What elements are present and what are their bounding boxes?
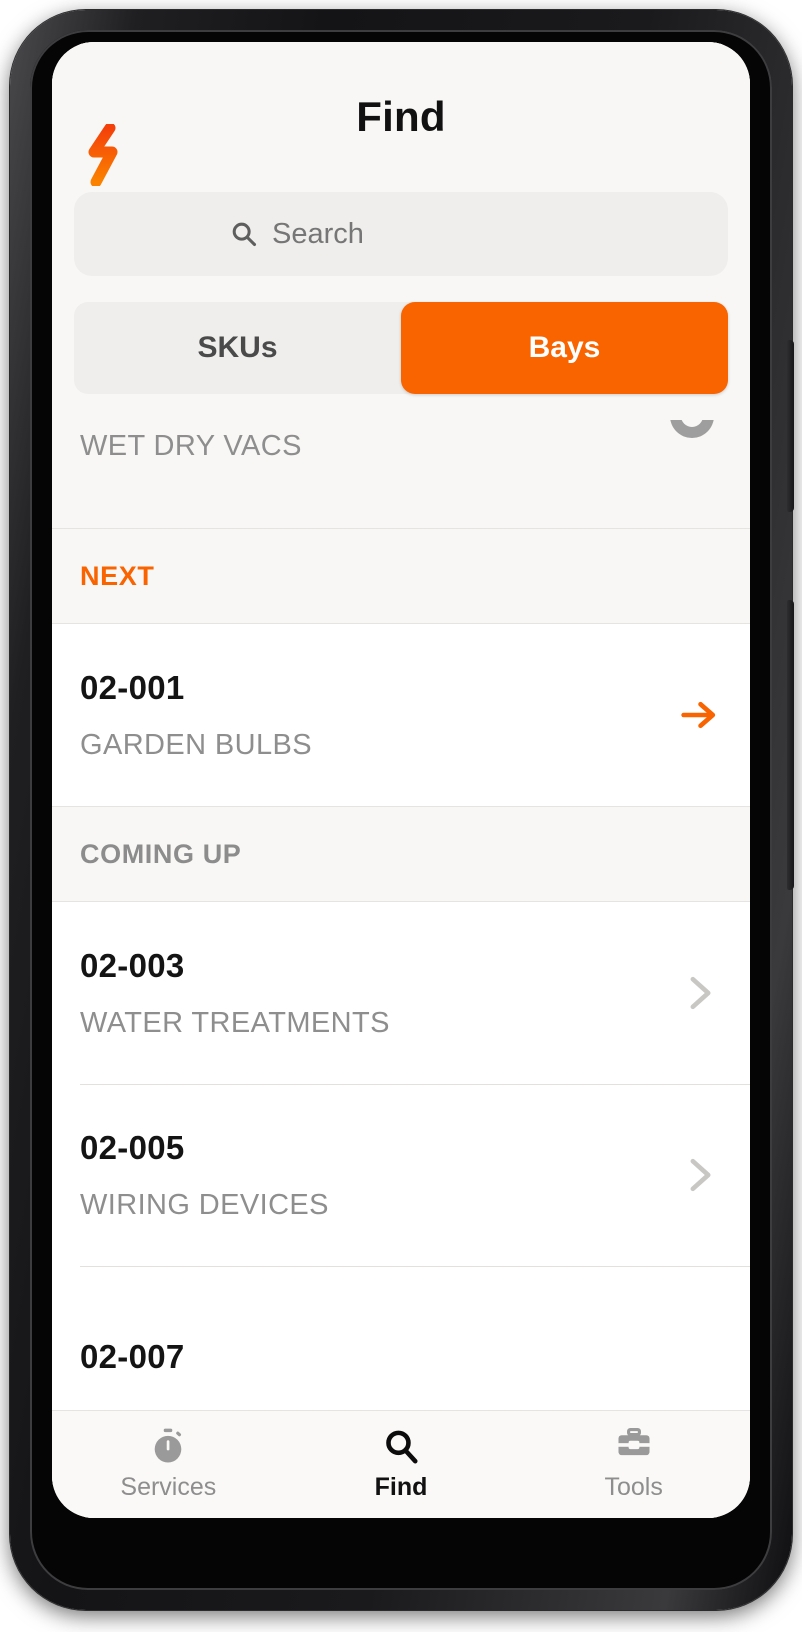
chevron-right-icon[interactable] (676, 973, 722, 1013)
nav-item-find[interactable]: Find (285, 1427, 518, 1502)
bay-name: WATER TREATMENTS (80, 1006, 390, 1039)
nav-item-services[interactable]: Services (52, 1427, 285, 1502)
search-icon (386, 1430, 418, 1464)
tab-bays[interactable]: Bays (401, 302, 728, 394)
bay-code: 02-001 (80, 668, 185, 706)
toolbox-icon (618, 1427, 650, 1456)
volume-rocker-button[interactable] (787, 340, 794, 512)
list-item[interactable]: 02-001 GARDEN BULBS (52, 624, 750, 806)
list-item[interactable]: 02-007 (52, 1266, 750, 1410)
nav-item-tools[interactable]: Tools (517, 1427, 750, 1502)
arrow-right-icon[interactable] (676, 695, 722, 735)
nav-label: Tools (604, 1473, 663, 1501)
list-item[interactable]: 02-005 WIRING DEVICES (52, 1084, 750, 1266)
list-item[interactable]: 02-003 WATER TREATMENTS (52, 902, 750, 1084)
bottom-navigation: Services Find Tools (52, 1410, 750, 1518)
find-app: Find SKUs Bays WET DRY VACS (52, 42, 750, 1518)
chevron-right-icon[interactable] (676, 1155, 722, 1195)
nav-label: Services (120, 1473, 217, 1501)
bay-name: GARDEN BULBS (80, 728, 313, 761)
bay-list[interactable]: WET DRY VACS NEXT 02-001 GARDEN BULBS CO… (52, 420, 750, 1410)
segmented-control: SKUs Bays (74, 302, 728, 394)
page-title: Find (356, 93, 446, 140)
phone-screen: Find SKUs Bays WET DRY VACS (52, 42, 750, 1518)
bay-code: 02-007 (80, 1338, 185, 1375)
bay-name: WIRING DEVICES (80, 1188, 329, 1221)
stopwatch-icon (155, 1428, 182, 1463)
bay-code: 02-003 (80, 946, 185, 984)
phone-frame: Find SKUs Bays WET DRY VACS (10, 10, 794, 1610)
search-icon (232, 222, 257, 247)
app-header: Find (52, 42, 750, 192)
power-button[interactable] (787, 600, 794, 890)
search-bar[interactable] (74, 192, 728, 276)
section-header-coming-up: COMING UP (52, 806, 750, 902)
list-item[interactable]: WET DRY VACS (52, 420, 750, 528)
tab-skus[interactable]: SKUs (74, 302, 401, 394)
lightning-bolt-logo-icon (88, 124, 118, 186)
section-header-next: NEXT (52, 528, 750, 624)
bay-name: WET DRY VACS (80, 430, 302, 462)
search-input[interactable] (272, 217, 572, 251)
nav-label: Find (374, 1473, 428, 1501)
bay-code: 02-005 (80, 1128, 185, 1166)
